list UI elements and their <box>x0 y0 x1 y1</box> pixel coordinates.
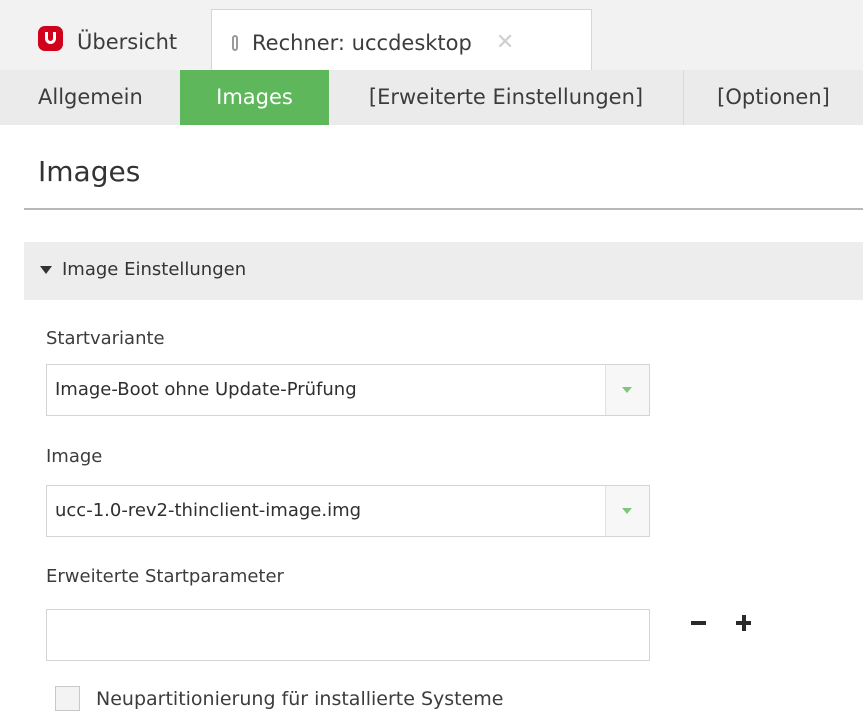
image-select[interactable]: ucc-1.0-rev2-thinclient-image.img <box>46 485 650 537</box>
startvariante-label: Startvariante <box>46 328 165 349</box>
univention-logo-icon <box>38 26 63 51</box>
chevron-down-icon <box>622 508 632 514</box>
page-title: Images <box>38 155 141 188</box>
remove-entry-minus-icon[interactable] <box>688 613 710 635</box>
startparameter-input[interactable] <box>46 609 650 661</box>
tab-rechner-content[interactable]: Rechner: uccdesktop ✕ <box>232 30 514 55</box>
tab-optionen[interactable]: [Optionen] <box>683 70 863 125</box>
startvariante-select[interactable]: Image-Boot ohne Update-Prüfung <box>46 364 650 416</box>
image-dropdown-button[interactable] <box>605 486 649 536</box>
startvariante-value: Image-Boot ohne Update-Prüfung <box>55 379 357 400</box>
startparameter-label: Erweiterte Startparameter <box>46 566 284 587</box>
tab-rechner-label: Rechner: uccdesktop <box>252 30 472 55</box>
tab-overview-label[interactable]: Übersicht <box>77 30 177 54</box>
tab-erweiterte-einstellungen[interactable]: [Erweiterte Einstellungen] <box>329 70 683 125</box>
image-label: Image <box>46 446 103 467</box>
section-title[interactable]: Image Einstellungen <box>62 259 246 280</box>
close-icon[interactable]: ✕ <box>496 30 514 55</box>
add-entry-plus-icon[interactable] <box>733 613 755 635</box>
repartition-label[interactable]: Neupartitionierung für installierte Syst… <box>96 688 504 710</box>
triangle-down-icon[interactable] <box>40 266 52 274</box>
startvariante-dropdown-button[interactable] <box>605 365 649 415</box>
title-divider <box>24 208 863 210</box>
image-value: ucc-1.0-rev2-thinclient-image.img <box>55 500 362 521</box>
chevron-down-icon <box>622 387 632 393</box>
repartition-checkbox[interactable] <box>55 686 80 711</box>
tab-allgemein[interactable]: Allgemein <box>38 70 180 125</box>
paperclip-icon <box>232 34 238 51</box>
tab-images[interactable]: Images <box>180 70 329 125</box>
